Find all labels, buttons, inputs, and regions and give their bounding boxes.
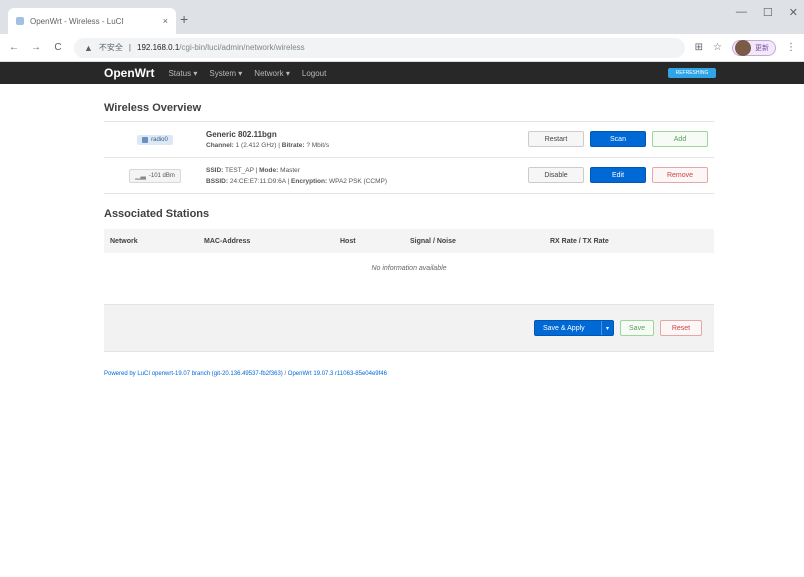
forward-icon[interactable]: → — [30, 42, 42, 53]
radio-name: radio0 — [151, 136, 168, 143]
window-close-icon[interactable]: ✕ — [789, 6, 798, 19]
window-controls: — ☐ ✕ — [736, 6, 798, 19]
network-row: ▁▃ -101 dBm SSID: TEST_AP | Mode: Master… — [104, 158, 714, 194]
chevron-down-icon[interactable]: ▾ — [601, 321, 613, 335]
maximize-icon[interactable]: ☐ — [763, 6, 773, 19]
column-rate: RX Rate / TX Rate — [550, 237, 609, 245]
footer: Powered by LuCI openwrt-19.07 branch (gi… — [104, 371, 387, 377]
radio-actions: Restart Scan Add — [528, 131, 708, 147]
reload-icon[interactable]: C — [52, 42, 64, 53]
save-apply-label: Save & Apply — [543, 324, 585, 332]
browser-toolbar: ← → C ▲ 不安全 | 192.168.0.1/cgi-bin/luci/a… — [0, 34, 804, 62]
add-button[interactable]: Add — [652, 131, 708, 147]
new-tab-icon[interactable]: + — [180, 12, 188, 26]
signal-chip: ▁▃ -101 dBm — [129, 168, 181, 183]
address-bar[interactable]: ▲ 不安全 | 192.168.0.1/cgi-bin/luci/admin/n… — [74, 37, 685, 58]
favicon-icon — [16, 17, 24, 25]
security-label: 不安全 — [98, 43, 123, 52]
stations-table-header: Network MAC-Address Host Signal / Noise … — [104, 229, 714, 253]
restart-button[interactable]: Restart — [528, 131, 584, 147]
avatar — [735, 39, 751, 56]
radio-row: radio0 Generic 802.11bgn Channel: 1 (2.4… — [104, 122, 714, 158]
associated-stations-title: Associated Stations — [104, 208, 210, 220]
browser-tab[interactable]: OpenWrt - Wireless - LuCI × — [8, 8, 176, 34]
page-actions: Save & Apply ▾ Save Reset — [104, 304, 714, 352]
translate-icon[interactable]: ⊞ — [695, 42, 703, 53]
reset-button[interactable]: Reset — [660, 320, 702, 336]
menu-kebab-icon[interactable]: ⋮ — [786, 42, 796, 53]
network-actions: Disable Edit Remove — [528, 167, 708, 183]
menu-status[interactable]: Status ▾ — [168, 69, 197, 78]
edit-button[interactable]: Edit — [590, 167, 646, 183]
url-host: 192.168.0.1 — [137, 43, 180, 52]
tab-title: OpenWrt - Wireless - LuCI — [30, 16, 124, 26]
radio-chip: radio0 — [137, 134, 173, 145]
wifi-radio-icon — [142, 136, 149, 143]
browser-tab-bar: OpenWrt - Wireless - LuCI × + — ☐ ✕ — [0, 0, 804, 34]
signal-value: -101 dBm — [148, 172, 175, 179]
column-host: Host — [340, 237, 356, 245]
signal-bars-icon: ▁▃ — [135, 172, 146, 180]
brand-logo[interactable]: OpenWrt — [104, 66, 154, 80]
wireless-overview-title: Wireless Overview — [104, 102, 202, 114]
close-tab-icon[interactable]: × — [163, 16, 168, 26]
column-signal: Signal / Noise — [410, 237, 456, 245]
url-path: /cgi-bin/luci/admin/network/wireless — [179, 43, 305, 52]
back-icon[interactable]: ← — [8, 42, 20, 53]
profile-label: 更新 — [755, 44, 769, 52]
profile-button[interactable]: 更新 — [732, 39, 776, 56]
minimize-icon[interactable]: — — [736, 6, 747, 19]
scan-button[interactable]: Scan — [590, 131, 646, 147]
powered-by-link[interactable]: Powered by LuCI openwrt-19.07 branch (gi… — [104, 371, 283, 377]
warning-icon: ▲ — [84, 42, 93, 53]
refresh-badge[interactable]: REFRESHING — [668, 68, 716, 78]
menu-system[interactable]: System ▾ — [209, 69, 242, 78]
column-mac: MAC-Address — [204, 237, 251, 245]
stations-table: Network MAC-Address Host Signal / Noise … — [104, 229, 714, 283]
save-button[interactable]: Save — [620, 320, 654, 336]
openwrt-header: OpenWrt Status ▾ System ▾ Network ▾ Logo… — [0, 62, 804, 84]
disable-button[interactable]: Disable — [528, 167, 584, 183]
save-apply-button[interactable]: Save & Apply ▾ — [534, 320, 614, 336]
remove-button[interactable]: Remove — [652, 167, 708, 183]
column-network: Network — [110, 237, 138, 245]
menu-network[interactable]: Network ▾ — [254, 69, 290, 78]
wireless-overview-table: radio0 Generic 802.11bgn Channel: 1 (2.4… — [104, 121, 714, 194]
version-link[interactable]: OpenWrt 19.07.3 r11063-85e04e9f46 — [288, 371, 387, 377]
menu-logout[interactable]: Logout — [302, 69, 326, 78]
bookmark-star-icon[interactable]: ☆ — [713, 42, 722, 53]
stations-empty-message: No information available — [371, 264, 447, 272]
